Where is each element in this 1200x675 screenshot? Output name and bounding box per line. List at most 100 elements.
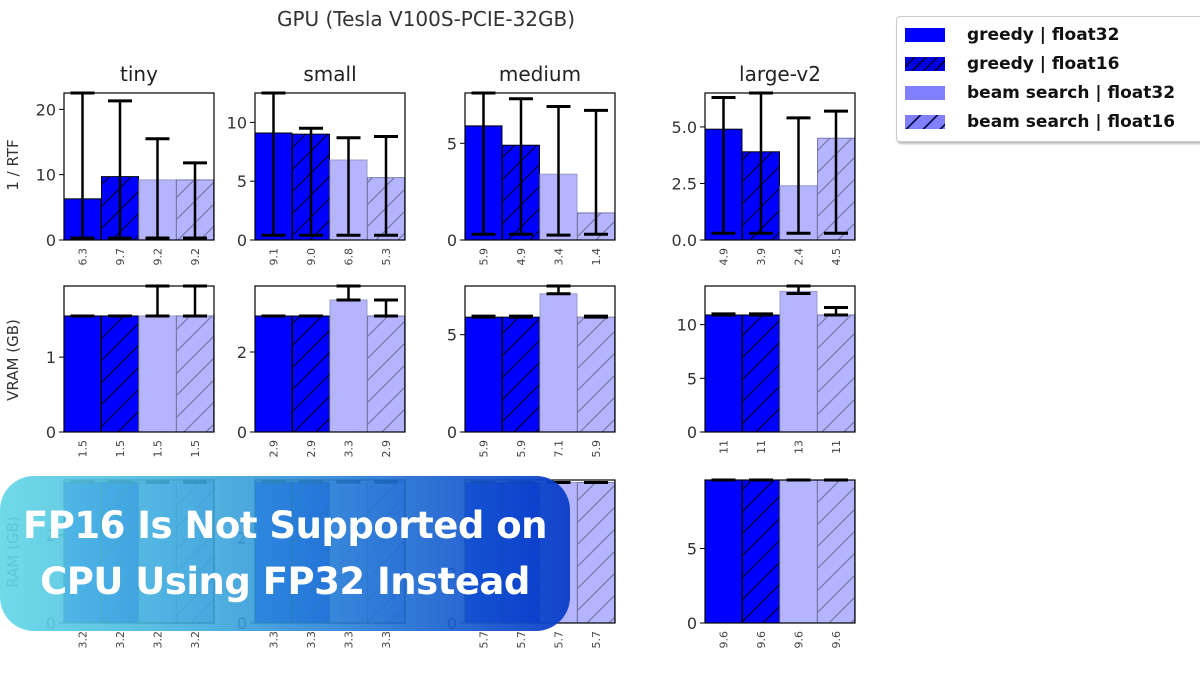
bar: [742, 314, 780, 433]
bar-value-label: 11: [830, 440, 843, 454]
y-axis-label: VRAM (GB): [4, 319, 22, 401]
bar-value-label: 4.9: [515, 248, 528, 266]
y-tick-label: 10: [36, 166, 56, 185]
bar-value-label: 6.3: [77, 248, 90, 266]
bar: [742, 479, 780, 624]
bar-value-label: 9.2: [189, 248, 202, 266]
bar-value-label: 2.9: [268, 440, 281, 458]
y-tick-label: 0: [687, 614, 697, 633]
bar-value-label: 5.7: [515, 631, 528, 649]
y-tick-label: 5: [687, 369, 697, 388]
bar-value-label: 3.3: [380, 631, 393, 649]
bar: [367, 315, 405, 433]
y-tick-label: 1: [46, 348, 56, 367]
y-tick-label: 0: [687, 423, 697, 442]
bar-value-label: 9.6: [755, 631, 768, 649]
y-tick-label: 5: [237, 172, 247, 191]
bar-value-label: 5.9: [478, 248, 491, 266]
bar: [176, 315, 214, 433]
bar-value-label: 11: [755, 440, 768, 454]
bar: [329, 299, 368, 433]
y-tick-label: 0: [237, 231, 247, 250]
bar: [779, 290, 818, 433]
y-tick-label: 20: [36, 100, 56, 119]
banner-line-1: FP16 Is Not Supported on: [23, 503, 547, 547]
legend-label: greedy | float16: [967, 54, 1120, 74]
y-tick-label: 0: [447, 423, 457, 442]
bar-value-label: 5.9: [478, 440, 491, 458]
bar-value-label: 6.8: [343, 248, 356, 266]
bar-value-label: 4.9: [718, 248, 731, 266]
bar-value-label: 9.0: [305, 248, 318, 266]
bar-value-label: 3.2: [114, 631, 127, 649]
legend-label: greedy | float32: [967, 25, 1120, 45]
bar-value-label: 9.6: [718, 631, 731, 649]
bar: [704, 479, 743, 624]
legend-swatch-hatched-blue: [905, 57, 945, 71]
y-tick-label: 2: [237, 343, 247, 362]
bar-value-label: 1.5: [152, 440, 165, 458]
bar-value-label: 7.1: [553, 440, 566, 458]
subplot-title: large-v2: [739, 62, 821, 86]
bar: [704, 314, 743, 433]
bar-value-label: 1.5: [77, 440, 90, 458]
bar: [464, 316, 503, 433]
bar: [577, 481, 615, 624]
legend-item-beam-float32: beam search | float32: [905, 81, 1175, 105]
bar-value-label: 2.4: [793, 248, 806, 266]
legend-item-beam-float16: beam search | float16: [905, 110, 1175, 134]
y-tick-label: 5.0: [672, 118, 697, 137]
bar-value-label: 1.4: [590, 248, 603, 266]
bar: [539, 293, 578, 433]
y-tick-label: 5: [447, 326, 457, 345]
bar-value-label: 3.4: [553, 248, 566, 266]
bar-value-label: 2.9: [305, 440, 318, 458]
chart-legend: greedy | float32 greedy | float16 beam s…: [896, 16, 1200, 142]
bar-value-label: 5.7: [553, 631, 566, 649]
bar-value-label: 9.6: [830, 631, 843, 649]
bar-value-label: 5.7: [478, 631, 491, 649]
bar: [101, 315, 139, 433]
bar: [63, 315, 102, 433]
legend-label: beam search | float16: [967, 112, 1176, 132]
y-tick-label: 10: [677, 316, 697, 335]
bar: [817, 314, 855, 433]
y-tick-label: 0: [237, 423, 247, 442]
y-tick-label: 0.0: [672, 231, 697, 250]
subplot-title: tiny: [120, 62, 158, 86]
bar: [254, 315, 293, 433]
bar-value-label: 9.2: [152, 248, 165, 266]
bar-value-label: 5.3: [380, 248, 393, 266]
y-tick-label: 0: [46, 423, 56, 442]
bar: [577, 316, 615, 433]
y-axis-label: 1 / RTF: [4, 139, 22, 190]
chart-title: GPU (Tesla V100S-PCIE-32GB): [277, 7, 575, 31]
legend-item-greedy-float16: greedy | float16: [905, 52, 1119, 76]
legend-swatch-hatched-light: [905, 115, 945, 129]
subplot-title: small: [303, 62, 356, 86]
banner-line-2: CPU Using FP32 Instead: [40, 559, 530, 603]
bar-value-label: 3.2: [189, 631, 202, 649]
y-tick-label: 0: [46, 231, 56, 250]
bar-value-label: 2.9: [380, 440, 393, 458]
y-tick-label: 10: [227, 113, 247, 132]
y-tick-label: 0: [447, 231, 457, 250]
legend-label: beam search | float32: [967, 83, 1176, 103]
bar-value-label: 11: [718, 440, 731, 454]
bar-value-label: 4.5: [830, 248, 843, 266]
bar-value-label: 3.3: [343, 440, 356, 458]
bar: [292, 315, 330, 433]
bar: [817, 479, 855, 624]
bar-value-label: 3.9: [755, 248, 768, 266]
legend-swatch-solid-light: [905, 86, 945, 100]
bar-value-label: 1.5: [189, 440, 202, 458]
legend-item-greedy-float32: greedy | float32: [905, 23, 1119, 47]
bar: [502, 316, 540, 433]
bar-value-label: 5.9: [590, 440, 603, 458]
bar-value-label: 9.7: [114, 248, 127, 266]
bar: [138, 315, 177, 433]
bar-value-label: 9.1: [268, 248, 281, 266]
y-tick-label: 5: [687, 540, 697, 559]
bar-value-label: 3.2: [77, 631, 90, 649]
bar: [779, 479, 818, 624]
